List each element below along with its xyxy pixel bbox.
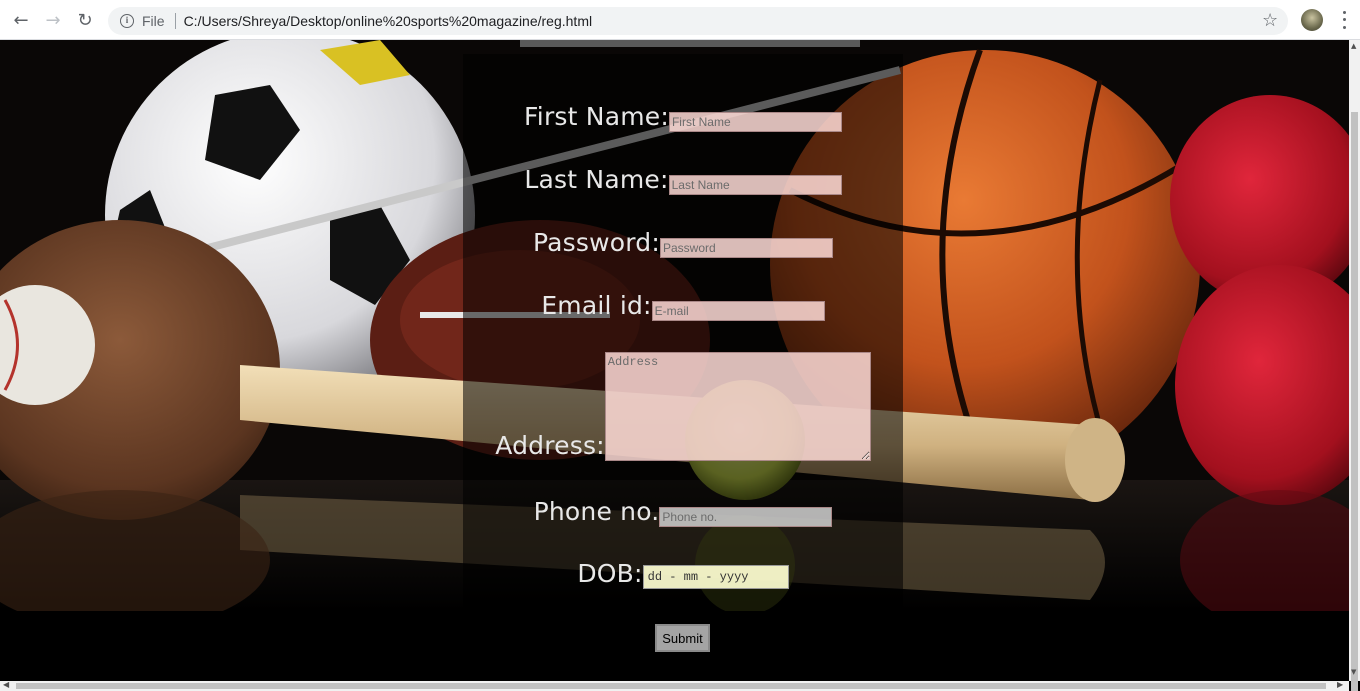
first-name-input[interactable] [668,112,842,132]
browser-menu-icon[interactable] [1338,9,1350,31]
phone-label: Phone no. [533,497,660,526]
first-name-row: First Name: [463,102,903,132]
last-name-label: Last Name: [524,165,669,194]
dob-row: DOB: dd - mm - yyyy [463,559,903,589]
password-row: Password: [463,228,903,258]
dob-date-input[interactable]: dd - mm - yyyy [642,565,789,589]
reload-icon[interactable]: ↻ [73,8,97,32]
registration-form: First Name: Last Name: Password: Email i… [463,54,903,611]
phone-row: Phone no. [463,497,903,527]
omnibox-divider [174,13,176,29]
last-name-input[interactable] [668,175,842,195]
address-textarea[interactable] [604,352,871,461]
submit-button[interactable]: Submit [655,624,710,652]
url-scheme-label: File [142,13,165,29]
horizontal-scroll-thumb[interactable] [16,683,1326,689]
profile-avatar[interactable] [1301,9,1323,31]
url-text[interactable]: C:/Users/Shreya/Desktop/online%20sports%… [184,13,593,29]
vertical-scroll-thumb[interactable] [1351,112,1358,691]
address-label: Address: [495,431,605,460]
bookmark-star-icon[interactable]: ☆ [1262,10,1278,31]
forward-arrow-icon[interactable]: → [41,8,65,32]
scroll-right-arrow-icon[interactable]: ▶ [1337,680,1343,689]
scroll-down-arrow-icon[interactable]: ▼ [1351,668,1356,676]
page-viewport: First Name: Last Name: Password: Email i… [0,40,1349,681]
dob-label: DOB: [577,559,643,588]
email-row: Email id: [463,291,903,321]
email-label: Email id: [541,291,652,320]
phone-input[interactable] [659,507,833,527]
info-icon[interactable]: i [120,14,134,28]
password-input[interactable] [660,238,833,258]
vertical-scrollbar[interactable]: ▲ ▼ [1349,40,1360,691]
browser-toolbar: ← → ↻ i File C:/Users/Shreya/Desktop/onl… [0,0,1360,40]
address-bar[interactable]: i File C:/Users/Shreya/Desktop/online%20… [108,7,1288,35]
back-arrow-icon[interactable]: ← [9,8,33,32]
scroll-up-arrow-icon[interactable]: ▲ [1351,42,1356,50]
last-name-row: Last Name: [463,165,903,195]
password-label: Password: [533,228,660,257]
scroll-left-arrow-icon[interactable]: ◀ [3,680,9,689]
address-row: Address: [463,352,903,461]
horizontal-scrollbar[interactable]: ◀ ▶ [0,680,1349,691]
email-input[interactable] [651,301,825,321]
first-name-label: First Name: [524,102,669,131]
